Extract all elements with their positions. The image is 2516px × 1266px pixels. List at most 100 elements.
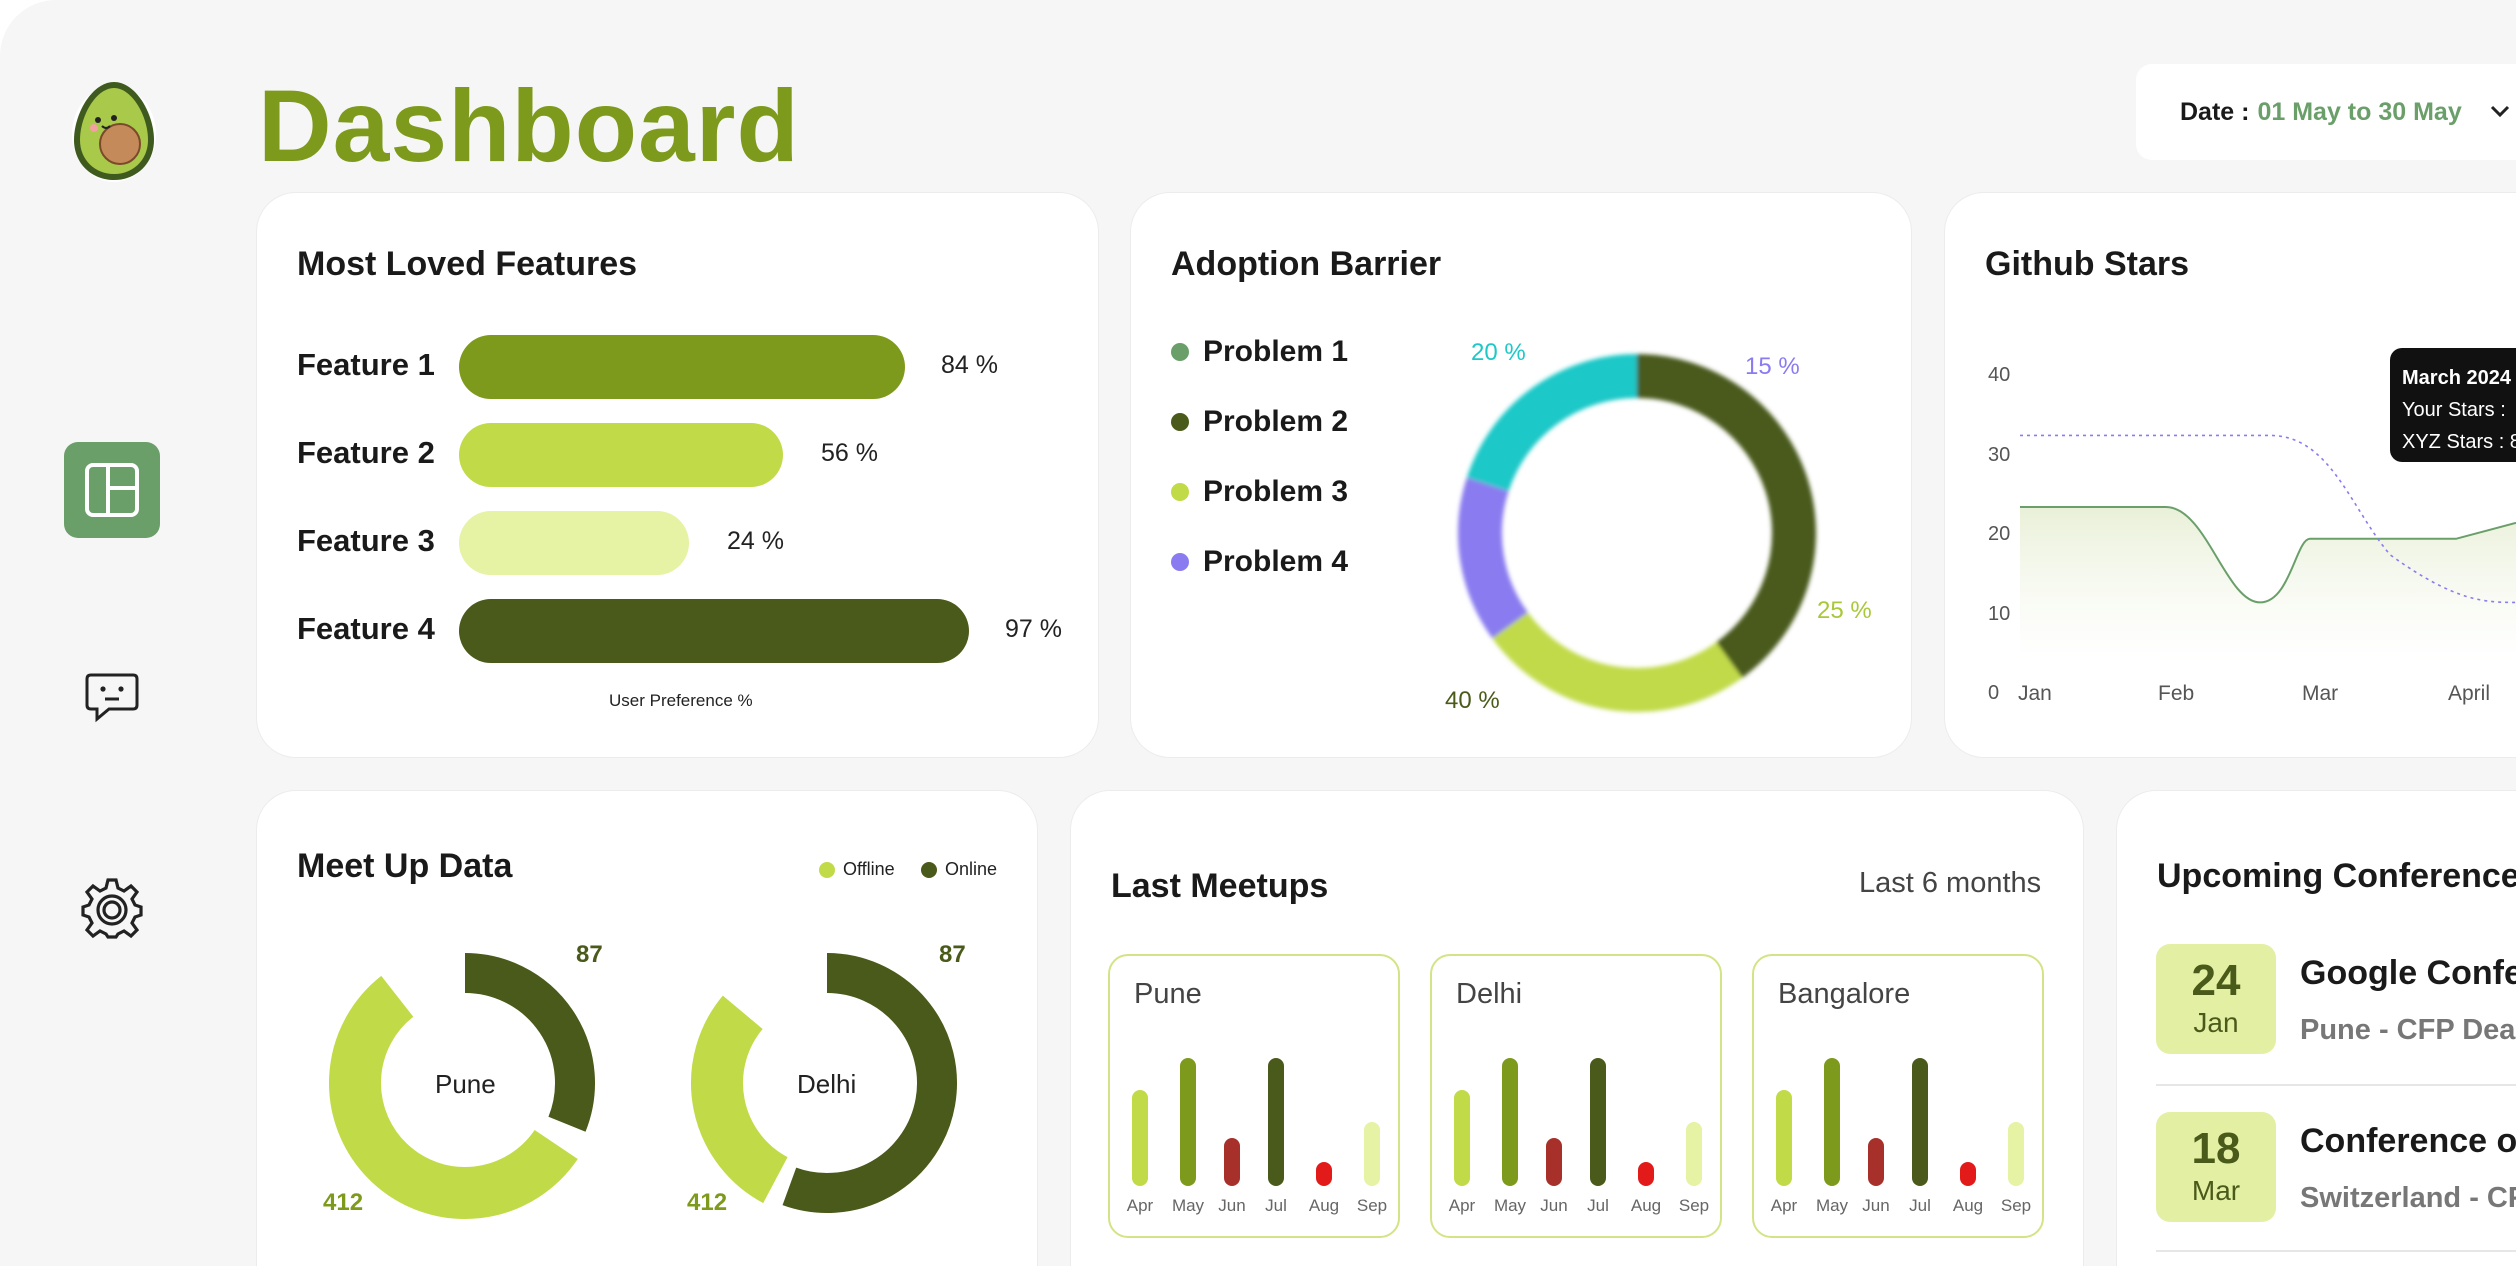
legend-dot — [1171, 413, 1189, 431]
x-tick: Jan — [2018, 682, 2052, 705]
avocado-logo[interactable] — [68, 74, 160, 184]
feature-bar[interactable] — [459, 599, 969, 663]
month-label: Apr — [1126, 1196, 1154, 1215]
legend-dot — [1171, 553, 1189, 571]
adoption-donut-chart — [1458, 354, 1816, 712]
chart-tooltip: March 2024 Your Stars : XYZ Stars : 8 — [2390, 348, 2516, 462]
meetup-bar[interactable] — [1502, 1058, 1518, 1186]
offline-arc[interactable] — [691, 995, 789, 1204]
month-label: May — [1171, 1196, 1205, 1215]
meetup-bar[interactable] — [1546, 1138, 1562, 1186]
online-count: 87 — [576, 941, 603, 968]
month-label: Sep — [1356, 1196, 1388, 1215]
meetup-city-card[interactable]: Delhi Apr May Jun Jul Aug Sep — [1430, 954, 1722, 1238]
online-count: 87 — [939, 941, 966, 968]
month-label: Sep — [1678, 1196, 1710, 1215]
feature-bar[interactable] — [459, 423, 783, 487]
meetup-bar[interactable] — [1868, 1138, 1884, 1186]
month-label: Apr — [1448, 1196, 1476, 1215]
card-title: Meet Up Data — [297, 847, 513, 885]
y-tick: 0 — [1988, 682, 2000, 704]
meetup-city-card[interactable]: Bangalore Apr May Jun Jul Aug Sep — [1752, 954, 2044, 1238]
date-range-select[interactable]: Date : 01 May to 30 May — [2136, 64, 2516, 160]
online-arc[interactable] — [464, 953, 595, 1132]
slice-label-problem-3: 25 % — [1817, 597, 1872, 624]
card-title: Adoption Barrier — [1171, 245, 1442, 283]
legend-label: Problem 2 — [1203, 405, 1349, 438]
legend-item: Problem 2 — [1171, 405, 1348, 439]
month-label: Jul — [1265, 1196, 1287, 1215]
month-label: May — [1815, 1196, 1849, 1215]
y-axis-ticks: 40 30 20 10 0 — [1988, 336, 2010, 734]
month-label: Jun — [1862, 1196, 1890, 1215]
feature-label: Feature 1 — [297, 347, 435, 382]
feature-label: Feature 3 — [297, 523, 435, 558]
meetup-bar[interactable] — [1268, 1058, 1284, 1186]
x-axis-caption: User Preference % — [609, 691, 753, 710]
month-label: Jun — [1218, 1196, 1246, 1215]
meetup-bar[interactable] — [1224, 1138, 1240, 1186]
meetup-bar[interactable] — [1960, 1162, 1976, 1186]
date-value: 01 May to 30 May — [2257, 97, 2462, 126]
meetup-bar[interactable] — [1180, 1058, 1196, 1186]
tooltip-line: Your Stars : — [2402, 399, 2506, 421]
stars-area — [2020, 507, 2516, 660]
meetup-bar[interactable] — [1316, 1162, 1332, 1186]
chat-icon — [85, 673, 139, 723]
nav-chat-button[interactable] — [64, 650, 160, 746]
card-title: Github Stars — [1985, 245, 2190, 283]
donut-slice-problem-3[interactable] — [1492, 611, 1743, 712]
y-tick: 10 — [1988, 602, 2011, 625]
meetup-bar[interactable] — [1132, 1090, 1148, 1186]
meetup-bar[interactable] — [1638, 1162, 1654, 1186]
feature-bar[interactable] — [459, 335, 905, 399]
conference-location: Switzerland - CF — [2300, 1182, 2516, 1214]
donut-slice-problem-1[interactable] — [1466, 354, 1638, 492]
donut-slice-problem-2[interactable] — [1636, 354, 1816, 678]
conference-name[interactable]: Google Confe — [2300, 954, 2516, 993]
nav-settings-button[interactable] — [64, 860, 160, 956]
feature-label: Feature 4 — [297, 611, 435, 646]
most-loved-features-card: Most Loved Features Feature 1 84 % Featu… — [256, 192, 1099, 758]
meetup-data-card: Meet Up Data Offline Online Pune 87 412 … — [256, 790, 1038, 1266]
meetup-bar[interactable] — [1364, 1122, 1380, 1186]
feature-pct: 97 % — [1005, 615, 1062, 643]
period-label[interactable]: Last 6 months — [1859, 867, 2041, 900]
page-title: Dashboard — [258, 69, 800, 183]
dashboard-app: Dashboard Date : 01 May to 30 May Most L… — [0, 0, 2516, 1266]
y-tick: 20 — [1988, 523, 2011, 545]
legend-item: Problem 3 — [1171, 475, 1348, 509]
tooltip-line: XYZ Stars : 8 — [2402, 431, 2516, 453]
conference-day: 18 — [2191, 1124, 2241, 1173]
meetup-bar[interactable] — [1686, 1122, 1702, 1186]
meetup-bar[interactable] — [1454, 1090, 1470, 1186]
card-title: Most Loved Features — [297, 245, 638, 283]
conference-date: 18 Mar — [2156, 1112, 2276, 1222]
city-name: Bangalore — [1778, 978, 1911, 1010]
conference-month: Jan — [2193, 1007, 2239, 1038]
legend-label: Problem 3 — [1203, 475, 1349, 508]
ring-center-label: Delhi — [797, 1069, 857, 1099]
meetup-bar[interactable] — [2008, 1122, 2024, 1186]
legend-item: Offline — [819, 859, 895, 880]
nav-dashboard-button[interactable] — [64, 442, 160, 538]
card-title: Last Meetups — [1111, 867, 1329, 905]
legend-dot — [921, 861, 937, 878]
feature-bar[interactable] — [459, 511, 689, 575]
meetup-bar[interactable] — [1912, 1058, 1928, 1186]
meetup-bar[interactable] — [1824, 1058, 1840, 1186]
legend-label: Offline — [843, 859, 895, 879]
month-label: Jun — [1540, 1196, 1568, 1215]
legend-label: Online — [945, 859, 998, 879]
city-name: Pune — [1134, 978, 1202, 1010]
donut-slice-problem-4[interactable] — [1458, 477, 1529, 639]
conference-name[interactable]: Conference o — [2300, 1122, 2516, 1161]
slice-label-problem-4: 15 % — [1745, 353, 1800, 380]
legend-item: Problem 4 — [1171, 545, 1348, 579]
meetup-bar[interactable] — [1776, 1090, 1792, 1186]
meetup-city-card[interactable]: Pune Apr May Jun Jul Aug Sep — [1108, 954, 1400, 1238]
conference-day: 24 — [2191, 956, 2241, 1005]
ring-center-label: Pune — [435, 1069, 496, 1099]
legend-dot — [1171, 343, 1189, 361]
meetup-bar[interactable] — [1590, 1058, 1606, 1186]
